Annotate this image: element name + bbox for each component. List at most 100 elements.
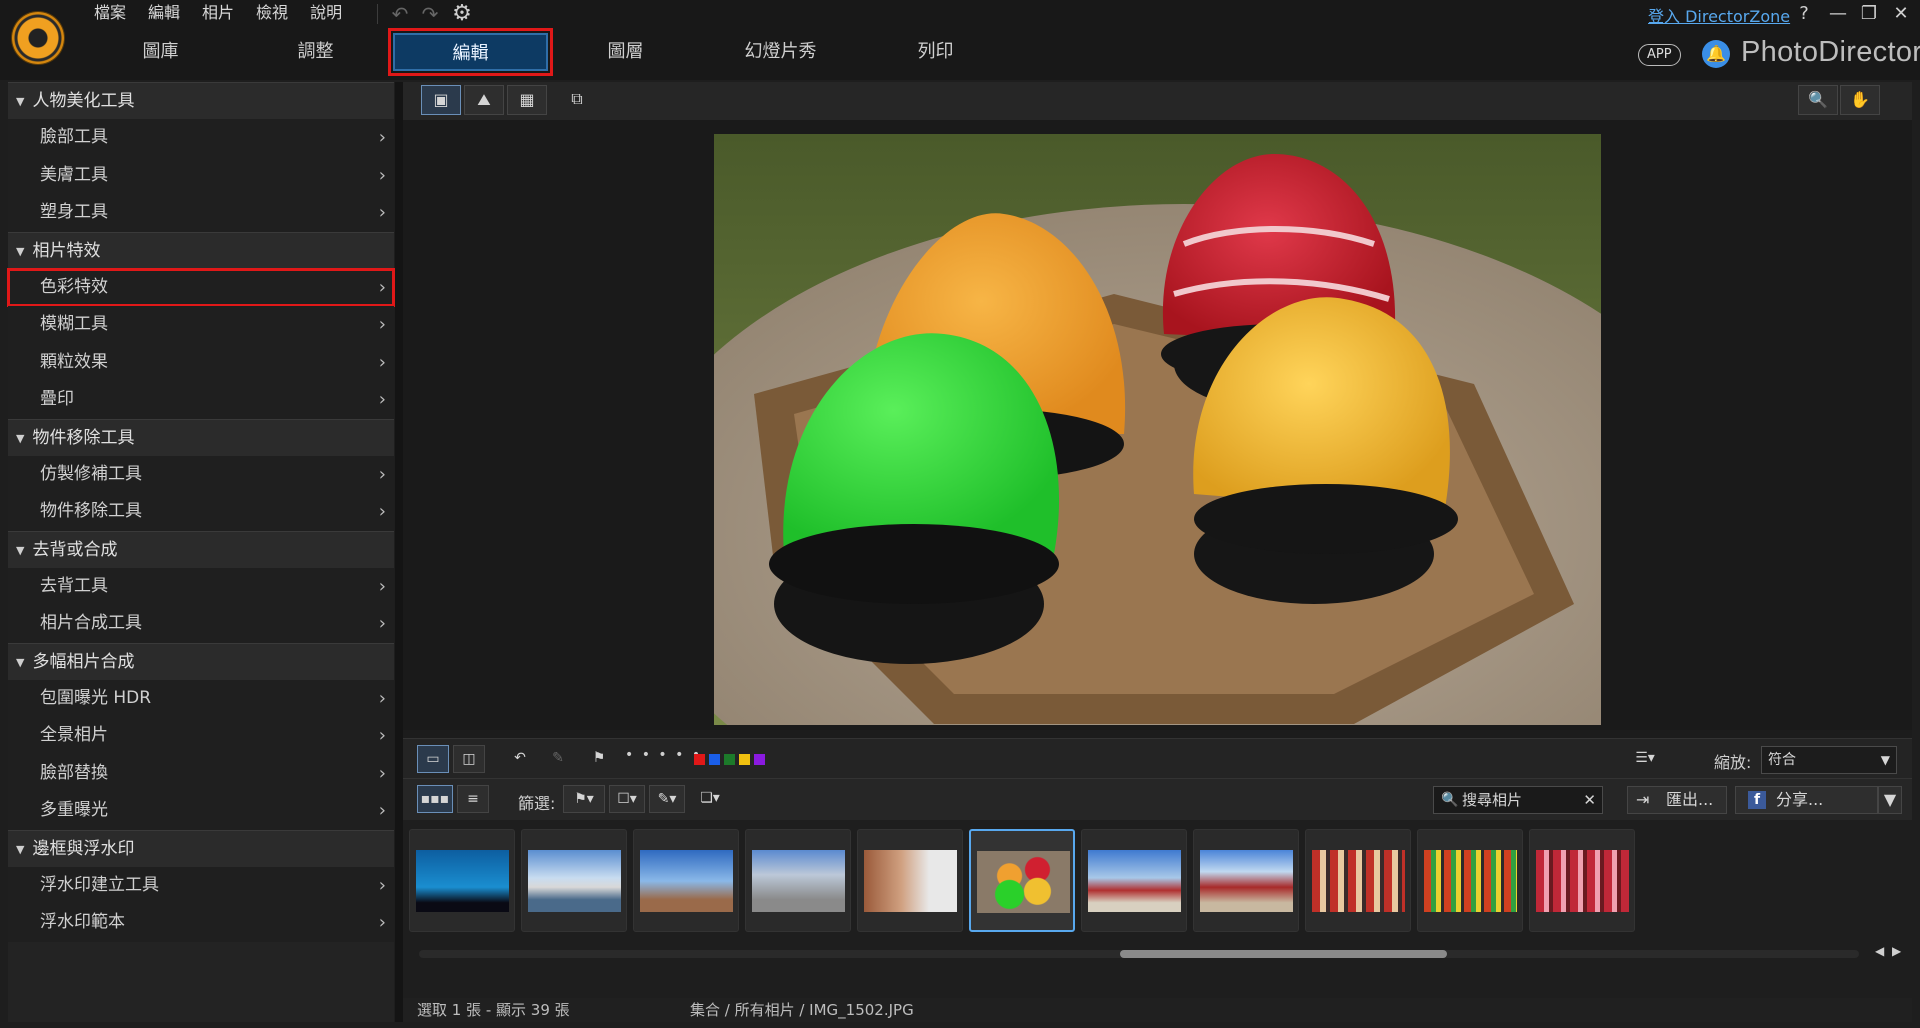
- compare-display-button[interactable]: ◫: [453, 745, 485, 773]
- panel-divider[interactable]: [395, 82, 403, 1022]
- sort-button[interactable]: ☰▾: [1629, 745, 1661, 773]
- share-dropdown-button[interactable]: ▼: [1878, 786, 1902, 814]
- share-button[interactable]: f 分享...: [1735, 786, 1878, 814]
- tool-face-swap[interactable]: 臉部替換 ›: [8, 754, 394, 792]
- chevron-right-icon: ›: [378, 912, 386, 933]
- minimize-icon[interactable]: —: [1827, 2, 1849, 26]
- menu-edit[interactable]: 編輯: [137, 0, 191, 26]
- scroll-right-arrow-icon[interactable]: ▶: [1892, 944, 1901, 958]
- tool-multi-exposure[interactable]: 多重曝光 ›: [8, 792, 394, 830]
- thumbnail-ferris-wheel[interactable]: [633, 829, 739, 932]
- clear-search-icon[interactable]: ✕: [1583, 787, 1596, 813]
- tab-adjust[interactable]: 調整: [238, 33, 393, 71]
- filmstrip: ◀ ▶: [403, 820, 1912, 998]
- help-icon[interactable]: ?: [1793, 2, 1815, 26]
- thumbnail-shaved-ice-selected[interactable]: [969, 829, 1075, 932]
- grid-view-button[interactable]: ▦: [507, 85, 547, 115]
- color-label-yellow[interactable]: [739, 754, 750, 765]
- tool-body-shaper[interactable]: 塑身工具 ›: [8, 194, 394, 232]
- restore-icon[interactable]: ❐: [1858, 2, 1880, 26]
- main-workspace: ▣ ⛰ ▦ ⧉ 🔍 ✋ ▭ ◫ ↶ ✎ ⚑ • • • • • ☰▾ 縮放: 符…: [403, 82, 1912, 1022]
- tab-library[interactable]: 圖庫: [83, 33, 238, 71]
- thumbnail-lion-statue[interactable]: [857, 829, 963, 932]
- pencil-icon: ✎▾: [657, 791, 677, 807]
- color-label-green[interactable]: [724, 754, 735, 765]
- menu-help[interactable]: 說明: [299, 0, 353, 26]
- paint-disabled-button[interactable]: ✎: [543, 745, 573, 773]
- pan-tool-button[interactable]: ✋: [1840, 85, 1880, 115]
- notification-bell-icon[interactable]: 🔔: [1702, 40, 1730, 68]
- group-multi-photo[interactable]: ▼ 多幅相片合成: [8, 642, 394, 680]
- list-view-button[interactable]: ≡: [457, 785, 489, 813]
- search-icon: 🔍: [1441, 792, 1459, 808]
- tool-skin[interactable]: 美膚工具 ›: [8, 156, 394, 194]
- search-photos-input[interactable]: 🔍 搜尋相片 ✕: [1433, 786, 1603, 814]
- rating-dots[interactable]: • • • • •: [625, 747, 702, 763]
- thumbnail-candy[interactable]: [1529, 829, 1635, 932]
- flag-filter-dropdown[interactable]: ⚑▾: [563, 785, 605, 813]
- thumbnail-castle-1[interactable]: [1081, 829, 1187, 932]
- login-directorzone-link[interactable]: 登入 DirectorZone: [1648, 3, 1790, 27]
- scrollbar-thumb[interactable]: [1120, 950, 1447, 958]
- edit-filter-dropdown[interactable]: ✎▾: [649, 785, 685, 813]
- app-badge-button[interactable]: APP: [1638, 44, 1681, 66]
- photo-viewer[interactable]: [403, 120, 1912, 730]
- thumbnail-aquarium[interactable]: [409, 829, 515, 932]
- tool-clone[interactable]: 仿製修補工具 ›: [8, 455, 394, 493]
- stack-dropdown[interactable]: ❏▾: [693, 785, 727, 813]
- menu-photo[interactable]: 相片: [191, 0, 245, 26]
- zoom-tool-button[interactable]: 🔍: [1798, 85, 1838, 115]
- menu-divider: [377, 4, 378, 24]
- export-button[interactable]: ⇥ 匯出...: [1627, 786, 1727, 814]
- rotate-button[interactable]: ↶: [503, 745, 537, 773]
- thumbnail-street[interactable]: [745, 829, 851, 932]
- tab-layers[interactable]: 圖層: [548, 33, 703, 71]
- scroll-left-arrow-icon[interactable]: ◀: [1875, 944, 1884, 958]
- menu-file[interactable]: 檔案: [83, 0, 137, 26]
- single-view-button[interactable]: ⛰: [464, 85, 504, 115]
- single-display-button[interactable]: ▭: [417, 745, 449, 773]
- redo-icon[interactable]: ↷: [418, 2, 442, 26]
- group-photo-effects[interactable]: ▼ 相片特效: [8, 231, 394, 269]
- tool-cutout[interactable]: 去背工具 ›: [8, 567, 394, 605]
- undo-icon[interactable]: ↶: [388, 2, 412, 26]
- chevron-right-icon: ›: [378, 463, 386, 485]
- tool-face[interactable]: 臉部工具 ›: [8, 119, 394, 157]
- zoom-select[interactable]: 符合 ▼: [1761, 746, 1897, 774]
- thumbnail-view-button[interactable]: ▪▪▪: [417, 785, 453, 813]
- compare-icon: ⧉: [571, 89, 583, 108]
- group-object-removal[interactable]: ▼ 物件移除工具: [8, 418, 394, 456]
- tool-overlay[interactable]: 疊印 ›: [8, 381, 394, 419]
- tool-object-removal[interactable]: 物件移除工具 ›: [8, 493, 394, 531]
- tool-grain[interactable]: 顆粒效果 ›: [8, 343, 394, 381]
- group-frames-watermark[interactable]: ▼ 邊框與浮水印: [8, 829, 394, 867]
- flag-button[interactable]: ⚑: [583, 745, 615, 773]
- filmstrip-scrollbar[interactable]: [419, 950, 1859, 958]
- color-label-purple[interactable]: [754, 754, 765, 765]
- viewer-mode-button[interactable]: ▣: [421, 85, 461, 115]
- tool-hdr[interactable]: 包圍曝光 HDR ›: [8, 679, 394, 717]
- menu-view[interactable]: 檢視: [245, 0, 299, 26]
- thumbnail-souvenirs[interactable]: [1305, 829, 1411, 932]
- label-filter-dropdown[interactable]: ☐▾: [609, 785, 645, 813]
- close-icon[interactable]: ✕: [1890, 2, 1912, 26]
- tool-panorama[interactable]: 全景相片 ›: [8, 717, 394, 755]
- tool-photo-compose[interactable]: 相片合成工具 ›: [8, 605, 394, 643]
- tool-blur[interactable]: 模糊工具 ›: [8, 306, 394, 344]
- tool-watermark-template[interactable]: 浮水印範本 ›: [8, 904, 394, 942]
- color-label-blue[interactable]: [709, 754, 720, 765]
- thumbnail-harbor[interactable]: [521, 829, 627, 932]
- settings-gear-icon[interactable]: ⚙: [450, 2, 474, 26]
- tab-slideshow[interactable]: 幻燈片秀: [703, 33, 858, 71]
- brush-icon: ✎: [552, 750, 564, 766]
- tool-watermark-creator[interactable]: 浮水印建立工具 ›: [8, 866, 394, 904]
- tab-edit[interactable]: 編輯: [388, 28, 553, 76]
- group-portrait-tools[interactable]: ▼ 人物美化工具: [8, 82, 394, 119]
- color-label-red[interactable]: [694, 754, 705, 765]
- tool-color-effects[interactable]: 色彩特效 ›: [7, 267, 395, 307]
- compare-view-button[interactable]: ⧉: [557, 85, 597, 115]
- tab-print[interactable]: 列印: [858, 33, 1013, 71]
- thumbnail-castle-2[interactable]: [1193, 829, 1299, 932]
- group-cutout-compose[interactable]: ▼ 去背或合成: [8, 530, 394, 568]
- thumbnail-market[interactable]: [1417, 829, 1523, 932]
